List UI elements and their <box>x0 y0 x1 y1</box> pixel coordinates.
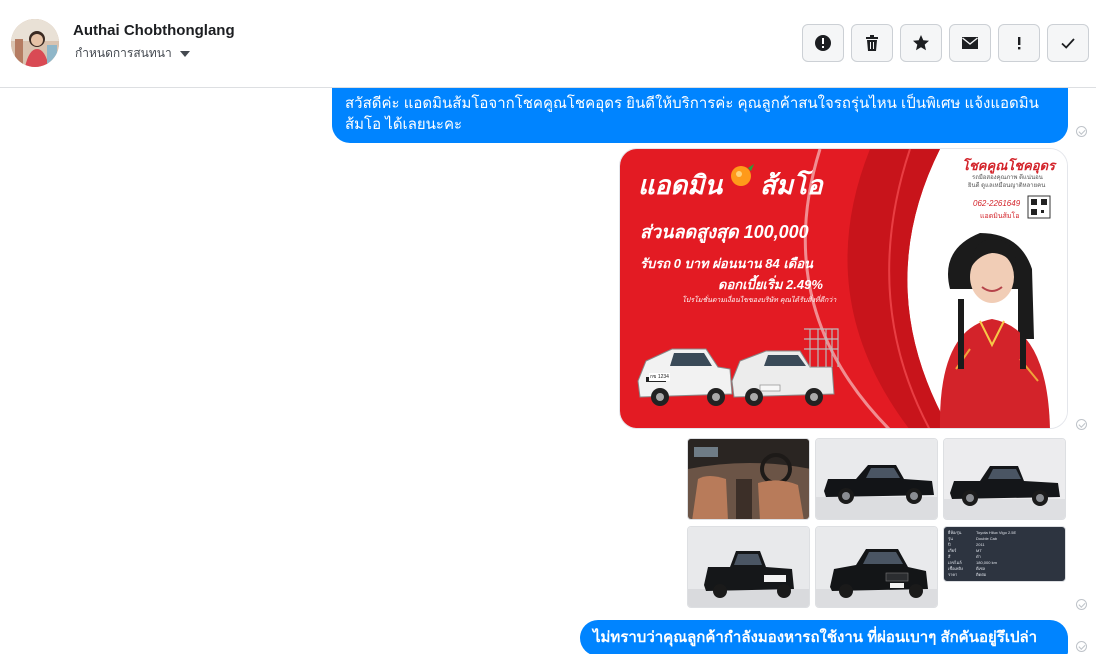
star-button[interactable] <box>900 24 942 62</box>
promo-title-right: ส้มโอ <box>760 170 823 200</box>
star-icon <box>913 35 929 51</box>
delete-button[interactable] <box>851 24 893 62</box>
message-bubble[interactable]: ไม่ทราบว่าคุณลูกค้ากำลังมองหารถใช้งาน ที… <box>580 620 1068 654</box>
seen-check-icon <box>1076 599 1087 610</box>
message-bubble[interactable]: สวัสดีค่ะ แอดมินส้มโอจากโชคคูณโชคอุดร ยิ… <box>332 88 1068 143</box>
spam-button[interactable] <box>802 24 844 62</box>
car-photo-front[interactable] <box>815 526 938 608</box>
chevron-down-icon <box>179 50 190 57</box>
promo-discount: ส่วนลดสูงสุด 100,000 <box>640 222 809 242</box>
exclamation-icon <box>1018 37 1021 50</box>
spec-value: ติดต่อ <box>976 572 987 577</box>
truck-plate: กข 1234 <box>649 373 670 381</box>
brand-sub-2: ยินดี ดูแลเหมือนญาติหลายคน <box>968 183 1046 189</box>
car-photo-rear[interactable] <box>687 526 810 608</box>
promo-title-left: แอดมิน <box>638 170 723 200</box>
alert-circle-icon <box>815 35 831 51</box>
phone-number: 062-2261649 <box>973 199 1021 208</box>
envelope-icon <box>962 37 978 49</box>
contact-name[interactable]: Authai Chobthonglang <box>73 22 235 39</box>
promo-image[interactable]: แอดมิน ส้มโอ ส่วนลดสูงสุด 100,000 รับรถ … <box>619 148 1068 429</box>
promo-interest: ดอกเบี้ยเริ่ม 2.49% <box>718 277 823 292</box>
seen-check-icon <box>1076 419 1087 430</box>
car-photo-side-2[interactable] <box>943 438 1066 520</box>
conversation-status-dropdown[interactable]: กำหนดการสนทนา <box>75 44 190 63</box>
done-button[interactable] <box>1047 24 1089 62</box>
conversation-status-label: กำหนดการสนทนา <box>75 46 172 60</box>
mark-unread-button[interactable] <box>949 24 991 62</box>
car-photo-side[interactable] <box>815 438 938 520</box>
spec-rows: ยี่ห้อ/รุ่น Toyota Hilux Vigo 2.5E รุ่น Dou… <box>948 530 1061 578</box>
follow-up-button[interactable] <box>998 24 1040 62</box>
seen-check-icon <box>1076 126 1087 137</box>
message-thread[interactable]: สวัสดีค่ะ แอดมินส้มโอจากโชคคูณโชคอุดร ยิ… <box>0 88 1096 654</box>
spec-row: ราคา ติดต่อ <box>948 572 1061 578</box>
promo-down-payment: รับรถ 0 บาท ผ่อนนาน 84 เดือน <box>640 256 813 271</box>
conversation-header: Authai Chobthonglang กำหนดการสนทนา <box>0 0 1096 88</box>
promo-fineprint: โปรโมชั่นตามเงื่อนไขของบริษัท คุณได้รับส… <box>682 297 837 304</box>
car-photo-interior[interactable] <box>687 438 810 520</box>
admin-label: แอดมินส้มโอ <box>980 213 1020 220</box>
spec-key: ราคา <box>948 572 958 577</box>
car-spec-card[interactable]: ยี่ห้อ/รุ่น Toyota Hilux Vigo 2.5E รุ่น Dou… <box>943 526 1066 582</box>
check-icon <box>1061 38 1075 49</box>
trash-icon <box>866 35 878 51</box>
conversation-actions <box>802 24 1089 62</box>
contact-avatar[interactable] <box>11 19 59 67</box>
seen-check-icon <box>1076 641 1087 652</box>
